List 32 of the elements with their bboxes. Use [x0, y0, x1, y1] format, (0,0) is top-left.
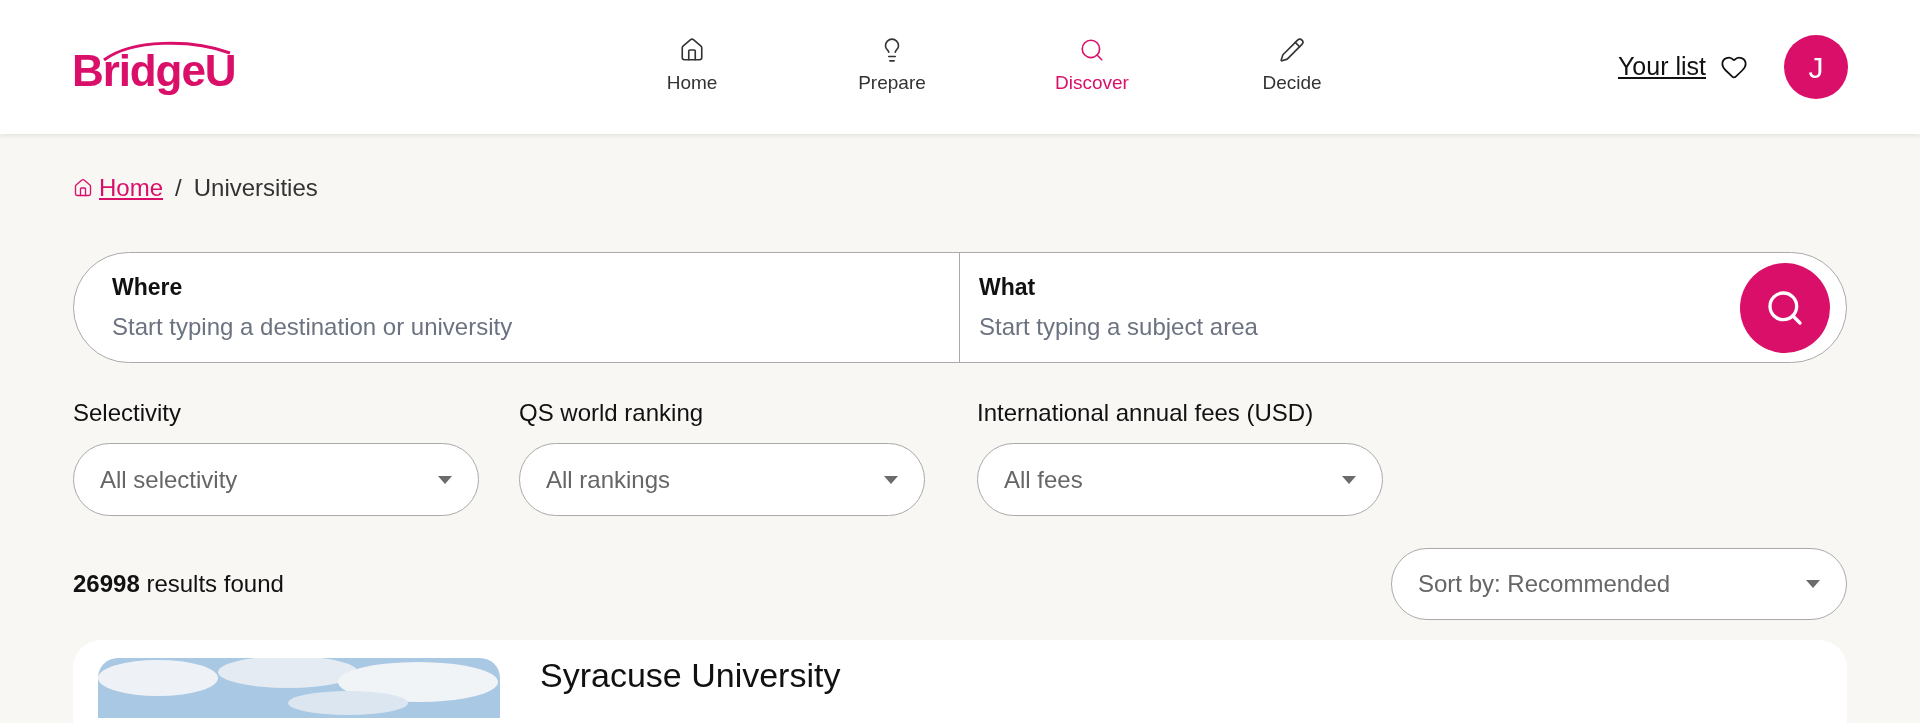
home-icon [679, 36, 705, 63]
pencil-icon [1279, 36, 1305, 63]
where-field[interactable]: Start typing a destination or university [112, 308, 959, 345]
what-field[interactable]: Start typing a subject area [979, 308, 1679, 345]
caret-icon [884, 475, 898, 484]
result-card[interactable]: Syracuse University [73, 640, 1847, 723]
sort-dropdown[interactable]: Sort by: Recommended [1391, 548, 1847, 620]
breadcrumb-current: Universities [193, 173, 318, 203]
filter-label: International annual fees (USD) [977, 398, 1315, 428]
filter-dropdown[interactable]: All rankings [519, 443, 925, 516]
caret-icon [1342, 475, 1356, 484]
nav-tab[interactable]: Discover [992, 36, 1192, 98]
results-count: 26998 results found [73, 569, 284, 599]
nav-tab[interactable]: Home [592, 36, 792, 98]
university-name[interactable]: Syracuse University [540, 658, 841, 723]
caret-icon [438, 475, 452, 484]
filter-label: QS world ranking [519, 398, 705, 428]
home-icon [73, 178, 93, 198]
filter-label: Selectivity [73, 398, 183, 428]
filter-dropdown[interactable]: All fees [977, 443, 1383, 516]
avatar[interactable]: J [1784, 35, 1848, 99]
field-label: Where [112, 273, 184, 303]
logo[interactable]: BridgeU [72, 39, 236, 95]
filter-dropdown[interactable]: All selectivity [73, 443, 479, 516]
breadcrumb-link[interactable]: Home [73, 170, 164, 206]
breadcrumb-separator: / [175, 173, 182, 203]
caret-icon [1806, 580, 1820, 588]
field-label: What [979, 273, 1037, 303]
your-list-link[interactable]: Your list [1618, 48, 1706, 86]
nav-tab[interactable]: Prepare [792, 36, 992, 98]
nav-tab[interactable]: Decide [1192, 36, 1392, 98]
search-button[interactable] [1740, 262, 1830, 353]
